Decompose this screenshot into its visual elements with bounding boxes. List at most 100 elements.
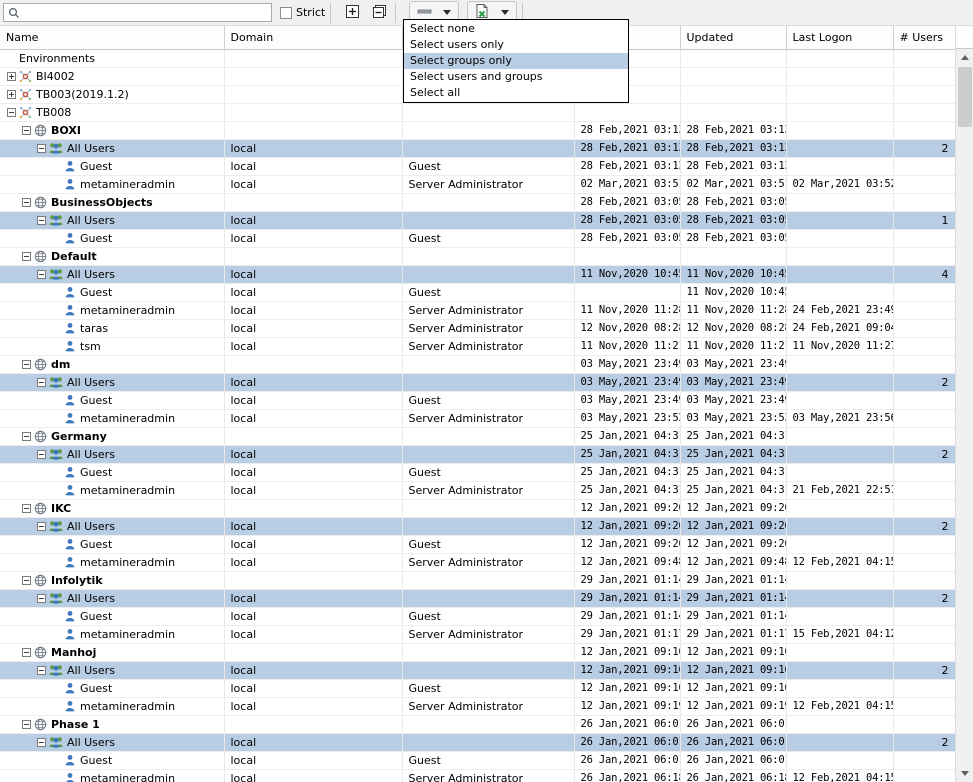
collapse-toggle-icon[interactable] [22,431,31,441]
cell-name[interactable]: taras [0,319,225,338]
cell-name[interactable]: Guest [0,463,225,482]
table-row[interactable]: Germany 25 Jan,2021 04:31 25 Jan,2021 04:3… [0,427,956,446]
cell-name[interactable]: metamineradmin [0,481,225,500]
table-row[interactable]: Default [0,247,956,266]
table-row[interactable]: taras local Server Administrator 12 Nov,202… [0,319,956,338]
cell-name[interactable]: All Users [0,661,225,680]
expand-all-button[interactable] [341,2,363,23]
cell-name[interactable]: TB008 [0,103,225,122]
table-row[interactable]: All Users local 28 Feb,2021 03:05 28 Feb,20… [0,211,956,230]
collapse-toggle-icon[interactable] [37,593,46,603]
column-header-lastlogon[interactable]: Last Logon [786,26,894,50]
cell-name[interactable]: Guest [0,283,225,302]
cell-name[interactable]: Guest [0,157,225,176]
table-row[interactable]: metamineradmin local Server Administrator 1… [0,301,956,320]
cell-name[interactable]: BI4002 [0,67,225,86]
column-header-name[interactable]: Name [0,26,225,50]
table-row[interactable]: metamineradmin local Server Administrator 1… [0,553,956,572]
table-row[interactable]: BusinessObjects 28 Feb,2021 03:05 28 Feb,2… [0,193,956,212]
strict-checkbox-wrap[interactable]: Strict [280,6,325,19]
table-row[interactable]: Guest local Guest 26 Jan,2021 06:01 26 Jan,2… [0,751,956,770]
cell-name[interactable]: All Users [0,373,225,392]
search-input[interactable] [23,5,263,20]
scroll-down-button[interactable] [956,765,973,782]
cell-name[interactable]: Environments [0,49,225,68]
cell-name[interactable]: Phase 1 [0,715,225,734]
scroll-up-button[interactable] [956,49,973,66]
cell-name[interactable]: BusinessObjects [0,193,225,212]
cell-name[interactable]: Guest [0,679,225,698]
cell-name[interactable]: All Users [0,211,225,230]
table-row[interactable]: metamineradmin local Server Administrator 2… [0,769,956,782]
collapse-toggle-icon[interactable] [37,665,46,675]
collapse-toggle-icon[interactable] [22,647,31,657]
search-box[interactable] [3,3,272,22]
table-row[interactable]: All Users local 26 Jan,2021 06:01 26 Jan,20… [0,733,956,752]
cell-name[interactable]: tsm [0,337,225,356]
column-header-updated[interactable]: Updated [680,26,787,50]
table-row[interactable]: dm 03 May,2021 23:49 03 May,2021 23:49 [0,355,956,374]
table-row[interactable]: metamineradmin local Server Administrator 0… [0,409,956,428]
table-row[interactable]: IKC 12 Jan,2021 09:26 12 Jan,2021 09:26 [0,499,956,518]
table-row[interactable]: metamineradmin local Server Administrator 2… [0,481,956,500]
collapse-toggle-icon[interactable] [22,719,31,729]
table-row[interactable]: Guest local Guest 12 Jan,2021 09:16 12 Jan,2… [0,679,956,698]
collapse-toggle-icon[interactable] [37,143,46,153]
menu-item-select-users-and-groups[interactable]: Select users and groups [404,69,628,85]
cell-name[interactable]: TB003(2019.1.2) [0,85,225,104]
cell-name[interactable]: All Users [0,589,225,608]
table-row[interactable]: Guest local Guest 25 Jan,2021 04:31 25 Jan,2… [0,463,956,482]
strict-checkbox[interactable] [280,6,292,19]
selection-dropdown-menu[interactable]: Select none Select users only Select group… [403,19,629,103]
collapse-toggle-icon[interactable] [37,449,46,459]
cell-name[interactable]: All Users [0,265,225,284]
cell-name[interactable]: Manhoj [0,643,225,662]
table-row[interactable]: Guest local Guest 28 Feb,2021 03:05 28 Feb,2… [0,229,956,248]
cell-name[interactable]: BOXI [0,121,225,140]
cell-name[interactable]: metamineradmin [0,409,225,428]
vertical-scrollbar[interactable] [955,49,973,782]
table-row[interactable]: Guest local Guest 11 Nov,2020 10:45 [0,283,956,302]
collapse-toggle-icon[interactable] [22,251,31,261]
cell-name[interactable]: metamineradmin [0,553,225,572]
collapse-toggle-icon[interactable] [22,503,31,513]
table-row[interactable]: Infolytik 29 Jan,2021 01:14 29 Jan,2021 01… [0,571,956,590]
menu-item-select-all[interactable]: Select all [404,85,628,101]
collapse-toggle-icon[interactable] [22,197,31,207]
table-row[interactable]: BOXI 28 Feb,2021 03:13 28 Feb,2021 03:13 [0,121,956,140]
cell-name[interactable]: metamineradmin [0,625,225,644]
cell-name[interactable]: Guest [0,229,225,248]
table-row[interactable]: Guest local Guest 03 May,2021 23:49 03 May,2… [0,391,956,410]
collapse-toggle-icon[interactable] [22,125,31,135]
menu-item-select-groups-only[interactable]: Select groups only [404,53,628,69]
collapse-toggle-icon[interactable] [22,575,31,585]
collapse-toggle-icon[interactable] [37,521,46,531]
table-row[interactable]: All Users local 12 Jan,2021 09:16 12 Jan,20… [0,661,956,680]
cell-name[interactable]: Guest [0,535,225,554]
cell-name[interactable]: Guest [0,607,225,626]
table-row[interactable]: All Users local 25 Jan,2021 04:31 25 Jan,20… [0,445,956,464]
table-row[interactable]: Phase 1 26 Jan,2021 06:01 26 Jan,2021 06:0… [0,715,956,734]
table-row[interactable]: All Users local 11 Nov,2020 10:45 11 Nov,20… [0,265,956,284]
table-row[interactable]: All Users local 03 May,2021 23:49 03 May,20… [0,373,956,392]
collapse-toggle-icon[interactable] [7,107,16,117]
cell-name[interactable]: Germany [0,427,225,446]
table-row[interactable]: metamineradmin local Server Administrator 2… [0,625,956,644]
table-row[interactable]: TB008 [0,103,956,122]
cell-name[interactable]: IKC [0,499,225,518]
menu-item-select-none[interactable]: Select none [404,21,628,37]
column-header-users[interactable]: # Users [893,26,956,50]
collapse-toggle-icon[interactable] [37,269,46,279]
cell-name[interactable]: metamineradmin [0,769,225,782]
cell-name[interactable]: Infolytik [0,571,225,590]
cell-name[interactable]: All Users [0,733,225,752]
scrollbar-thumb[interactable] [958,67,972,127]
table-row[interactable]: All Users local 28 Feb,2021 03:13 28 Feb,20… [0,139,956,158]
cell-name[interactable]: All Users [0,517,225,536]
table-row[interactable]: Guest local Guest 28 Feb,2021 03:13 28 Feb,2… [0,157,956,176]
table-row[interactable]: tsm local Server Administrator 11 Nov,2020 … [0,337,956,356]
table-row[interactable]: Manhoj 12 Jan,2021 09:16 12 Jan,2021 09:16 [0,643,956,662]
cell-name[interactable]: All Users [0,139,225,158]
collapse-all-button[interactable] [368,2,390,23]
table-row[interactable]: All Users local 29 Jan,2021 01:14 29 Jan,20… [0,589,956,608]
